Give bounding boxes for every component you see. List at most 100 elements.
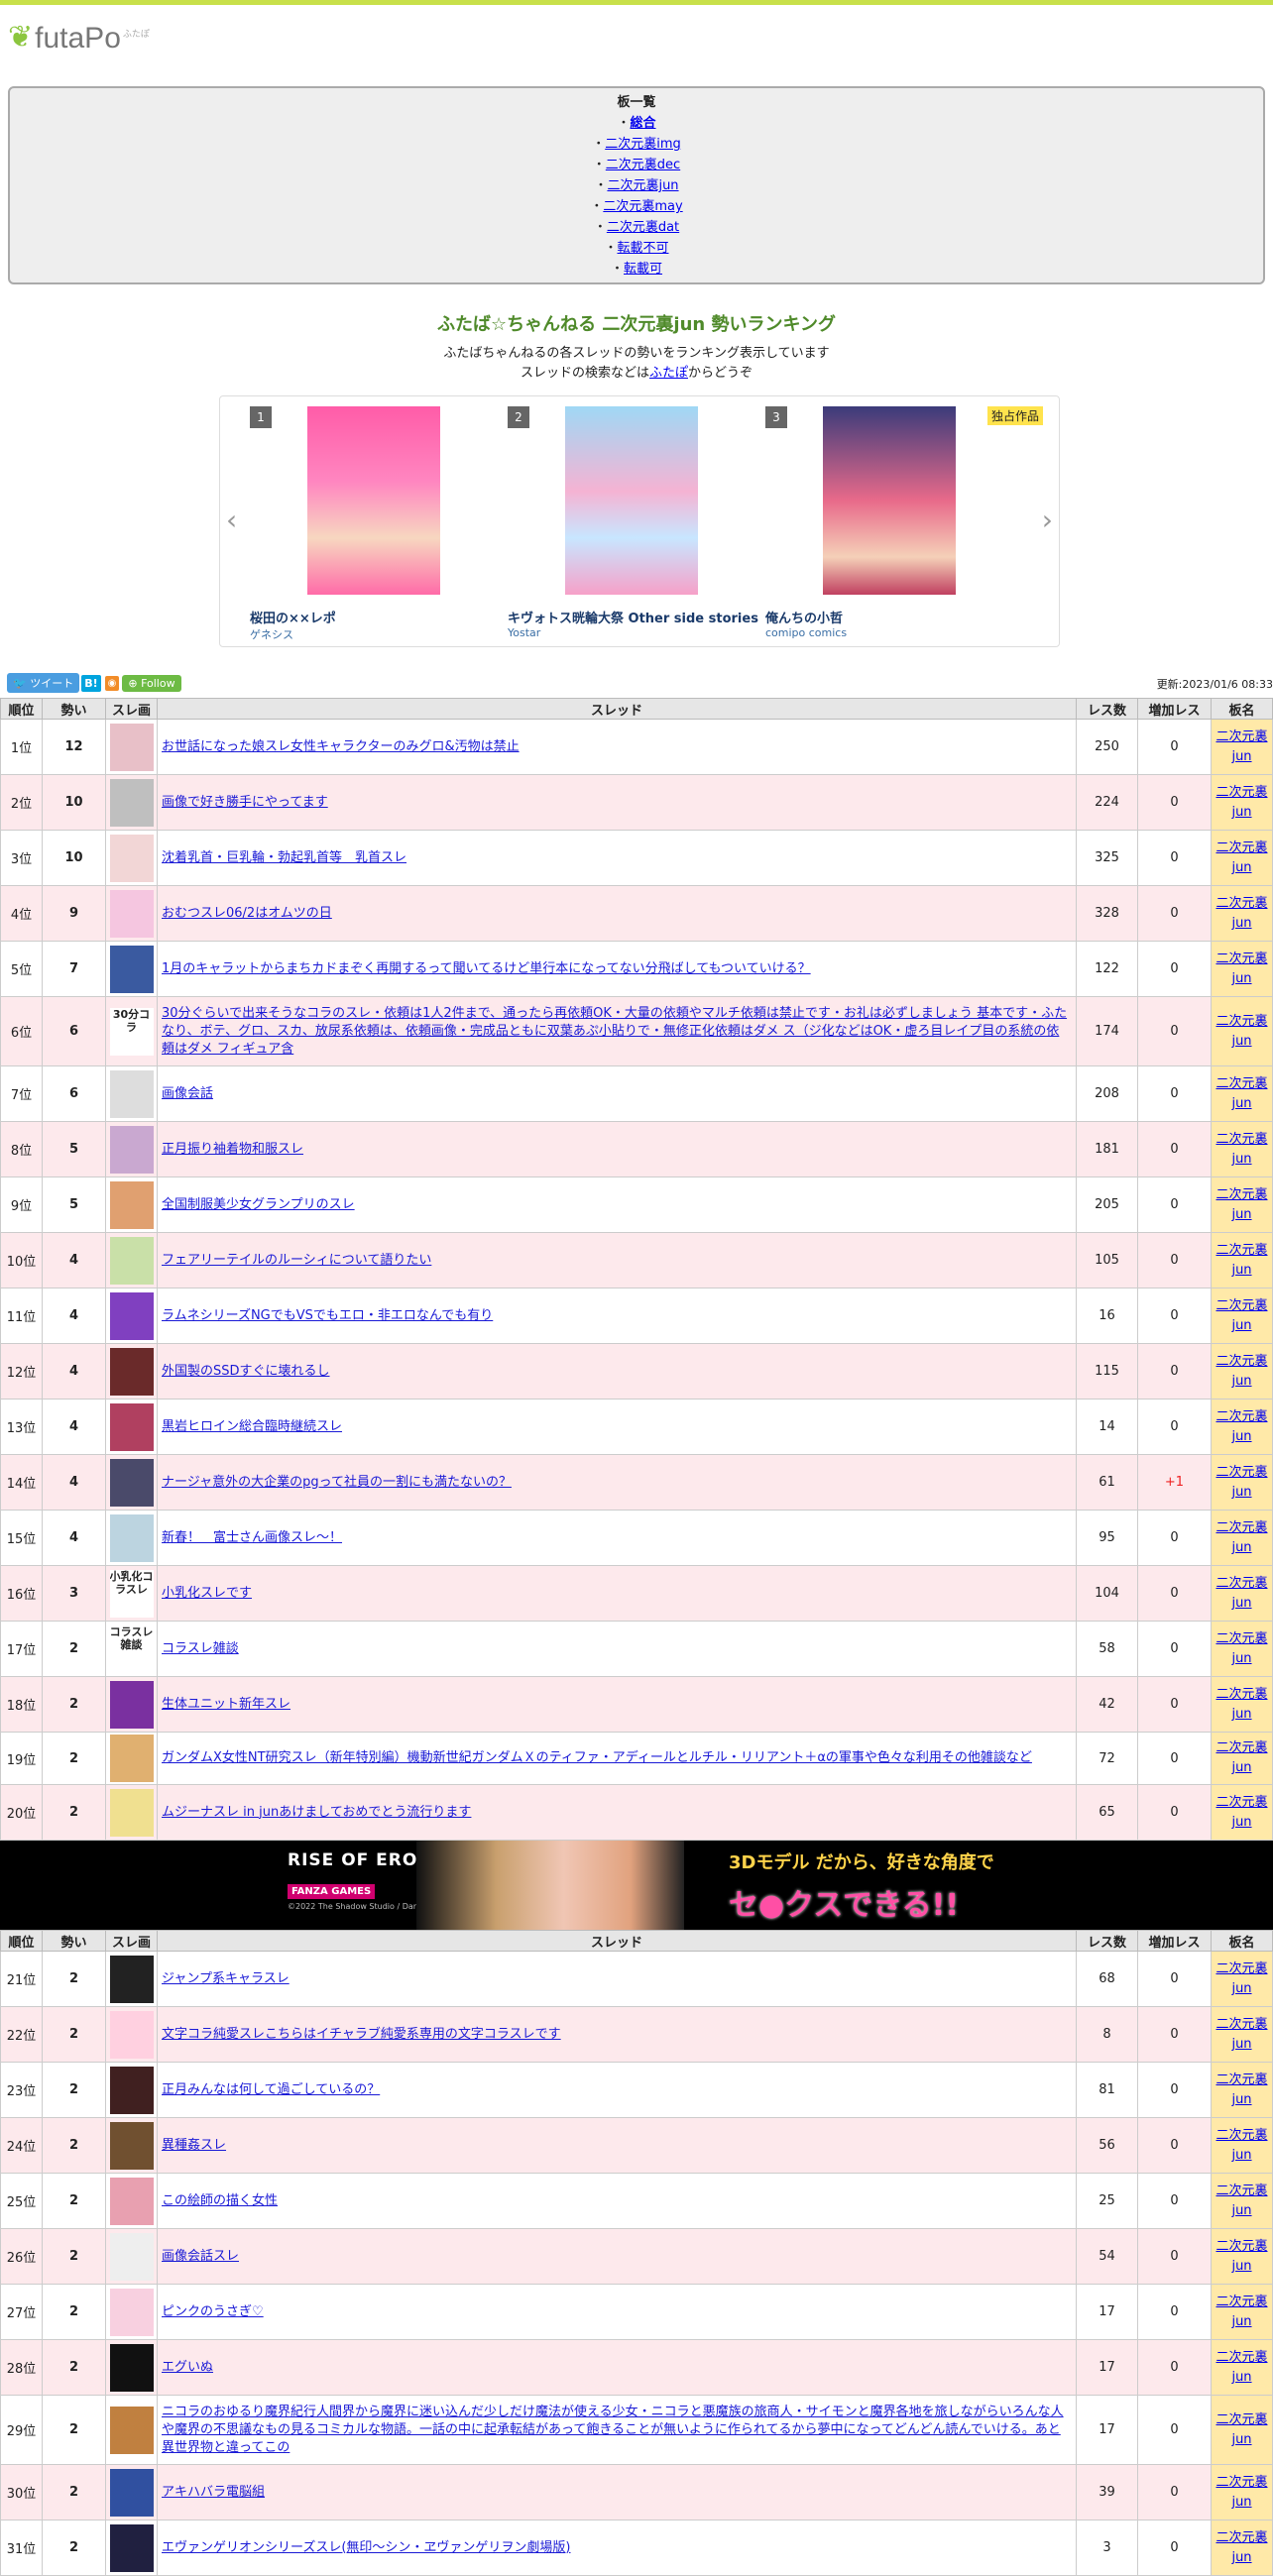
thread-thumbnail[interactable] <box>109 2121 154 2170</box>
board-link[interactable]: 転載可 <box>624 262 662 277</box>
board-name-link[interactable]: 二次元裏jun <box>1215 1187 1267 1222</box>
board-name-link[interactable]: 二次元裏jun <box>1215 1298 1267 1333</box>
thread-thumbnail[interactable] <box>109 1458 154 1507</box>
board-name-link[interactable]: 二次元裏jun <box>1215 2412 1267 2447</box>
thread-thumbnail[interactable] <box>109 1680 154 1729</box>
thread-thumbnail[interactable] <box>109 2343 154 2392</box>
thread-link[interactable]: 生体ユニット新年スレ <box>162 1697 290 1712</box>
book-title[interactable]: キヴォトス晄輪大祭 Other side stories <box>508 608 758 626</box>
board-name-link[interactable]: 二次元裏jun <box>1215 1576 1267 1611</box>
thread-thumbnail[interactable] <box>109 2177 154 2225</box>
board-name-link[interactable]: 二次元裏jun <box>1215 2072 1267 2107</box>
thread-thumbnail[interactable] <box>109 2523 154 2572</box>
thread-link[interactable]: おむつスレ06/2はオムツの日 <box>162 906 332 921</box>
thread-thumbnail[interactable] <box>109 2066 154 2114</box>
thread-link[interactable]: 正月みんなは何して過ごしているの？ <box>162 2082 380 2097</box>
thread-link[interactable]: お世話になった娘スレ女性キャラクターのみグロ&汚物は禁止 <box>162 739 520 754</box>
thread-link[interactable]: 外国製のSSDすぐに壊れるし <box>162 1364 330 1379</box>
board-name-link[interactable]: 二次元裏jun <box>1215 2295 1267 2329</box>
board-name-link[interactable]: 二次元裏jun <box>1215 1465 1267 1500</box>
board-name-link[interactable]: 二次元裏jun <box>1215 1243 1267 1278</box>
book-title[interactable]: 桜田の××レポ <box>250 608 336 626</box>
thread-link[interactable]: 画像会話スレ <box>162 2249 239 2264</box>
thread-link[interactable]: エヴァンゲリオンシリーズスレ(無印～シン・ヱヴァンゲリヲン劇場版) <box>162 2540 571 2555</box>
board-name-link[interactable]: 二次元裏jun <box>1215 1520 1267 1555</box>
thread-link[interactable]: 全国制服美少女グランプリのスレ <box>162 1197 355 1212</box>
thread-link[interactable]: コラスレ雑談 <box>162 1641 239 1656</box>
thread-thumbnail[interactable] <box>109 723 154 771</box>
board-name-link[interactable]: 二次元裏jun <box>1215 1740 1267 1775</box>
book-cover[interactable] <box>307 406 440 595</box>
board-name-link[interactable]: 二次元裏jun <box>1215 2239 1267 2274</box>
board-link[interactable]: 転載不可 <box>618 241 669 256</box>
thread-thumbnail[interactable] <box>109 1069 154 1118</box>
thread-link[interactable]: ピンクのうさぎ♡ <box>162 2304 264 2319</box>
follow-button[interactable]: ⊕ Follow <box>122 674 181 692</box>
ad-banner[interactable]: RISE OF EROS FANZA GAMES ©2022 The Shado… <box>0 1841 1273 1930</box>
book-title[interactable]: 俺んちの小哲 <box>765 608 843 626</box>
board-link[interactable]: 二次元裏dat <box>607 220 679 235</box>
board-name-link[interactable]: 二次元裏jun <box>1215 1132 1267 1167</box>
thread-link[interactable]: ジャンプ系キャラスレ <box>162 1971 289 1986</box>
thread-thumbnail[interactable]: 30分コラ <box>109 1007 154 1056</box>
thread-thumbnail[interactable] <box>109 945 154 993</box>
board-name-link[interactable]: 二次元裏jun <box>1215 1354 1267 1389</box>
thread-thumbnail[interactable] <box>109 1402 154 1451</box>
thread-link[interactable]: ムジーナスレ in junあけましておめでとう流行ります <box>162 1805 471 1820</box>
book-cover[interactable] <box>823 406 956 595</box>
hatena-button[interactable]: B! <box>81 674 101 692</box>
board-link[interactable]: 二次元裏may <box>603 199 682 214</box>
thread-thumbnail[interactable] <box>109 1513 154 1562</box>
carousel-next-icon[interactable]: › <box>1042 504 1053 536</box>
tweet-button[interactable]: 🐦 ツイート <box>7 673 80 693</box>
thread-thumbnail[interactable] <box>109 889 154 938</box>
board-name-link[interactable]: 二次元裏jun <box>1215 2128 1267 2163</box>
thread-link[interactable]: ニコラのおゆるり魔界紀行人間界から魔界に迷い込んだ少しだけ魔法が使える少女・ニコ… <box>162 2405 1064 2455</box>
board-name-link[interactable]: 二次元裏jun <box>1215 1014 1267 1049</box>
thread-thumbnail[interactable] <box>109 1347 154 1396</box>
thread-link[interactable]: ラムネシリーズNGでもVSでもエロ・非エロなんでも有り <box>162 1308 493 1323</box>
thread-link[interactable]: アキハバラ電脳組 <box>162 2485 265 2500</box>
thread-thumbnail[interactable] <box>109 2010 154 2059</box>
thread-thumbnail[interactable] <box>109 1735 154 1782</box>
board-name-link[interactable]: 二次元裏jun <box>1215 729 1267 764</box>
rss-icon[interactable]: ◉ <box>104 675 120 691</box>
thread-link[interactable]: 正月振り袖着物和服スレ <box>162 1142 303 1157</box>
thread-thumbnail[interactable] <box>109 778 154 827</box>
thread-link[interactable]: 新春！ 富士さん画像スレ～！ <box>162 1530 342 1545</box>
board-link[interactable]: 二次元裏dec <box>606 158 680 172</box>
thread-thumbnail[interactable] <box>109 1180 154 1229</box>
board-link[interactable]: 二次元裏img <box>605 137 681 152</box>
board-name-link[interactable]: 二次元裏jun <box>1215 1961 1267 1996</box>
thread-thumbnail[interactable] <box>109 1955 154 2003</box>
site-logo[interactable]: ❦ futaPo ふたぽ <box>0 5 1273 66</box>
board-name-link[interactable]: 二次元裏jun <box>1215 785 1267 820</box>
thread-link[interactable]: ナージャ意外の大企業のpgって社員の一割にも満たないの？ <box>162 1475 512 1490</box>
thread-link[interactable]: フェアリーテイルのルーシィについて語りたい <box>162 1253 431 1268</box>
thread-link[interactable]: 異種姦スレ <box>162 2138 226 2153</box>
book-cover[interactable] <box>565 406 698 595</box>
carousel-prev-icon[interactable]: ‹ <box>226 504 237 536</box>
thread-link[interactable]: ガンダムX女性NT研究スレ（新年特別編）機動新世紀ガンダムＸのティファ・アディー… <box>162 1750 1032 1765</box>
thread-link[interactable]: エグいぬ <box>162 2360 213 2375</box>
thread-link[interactable]: 小乳化スレです <box>162 1586 252 1601</box>
thread-thumbnail[interactable] <box>109 2232 154 2281</box>
board-name-link[interactable]: 二次元裏jun <box>1215 896 1267 931</box>
board-name-link[interactable]: 二次元裏jun <box>1215 2350 1267 2385</box>
thread-link[interactable]: 画像会話 <box>162 1086 213 1101</box>
board-name-link[interactable]: 二次元裏jun <box>1215 1076 1267 1111</box>
thread-thumbnail[interactable] <box>109 1788 154 1837</box>
board-link[interactable]: 二次元裏jun <box>607 178 678 193</box>
board-name-link[interactable]: 二次元裏jun <box>1215 1795 1267 1830</box>
thread-thumbnail[interactable]: コラスレ雑談 <box>109 1624 154 1673</box>
thread-link[interactable]: 沈着乳首・巨乳輪・勃起乳首等 乳首スレ <box>162 850 406 865</box>
futapo-link[interactable]: ふたぽ <box>649 366 688 381</box>
thread-link[interactable]: 文字コラ純愛スレこちらはイチャラブ純愛系専用の文字コラスレです <box>162 2027 561 2042</box>
thread-thumbnail[interactable] <box>109 834 154 882</box>
thread-link[interactable]: 黒岩ヒロイン総合臨時継続スレ <box>162 1419 342 1434</box>
thread-thumbnail[interactable] <box>109 1125 154 1174</box>
thread-thumbnail[interactable] <box>109 1236 154 1285</box>
thread-thumbnail[interactable] <box>109 2406 154 2454</box>
board-name-link[interactable]: 二次元裏jun <box>1215 1409 1267 1444</box>
board-name-link[interactable]: 二次元裏jun <box>1215 1631 1267 1666</box>
